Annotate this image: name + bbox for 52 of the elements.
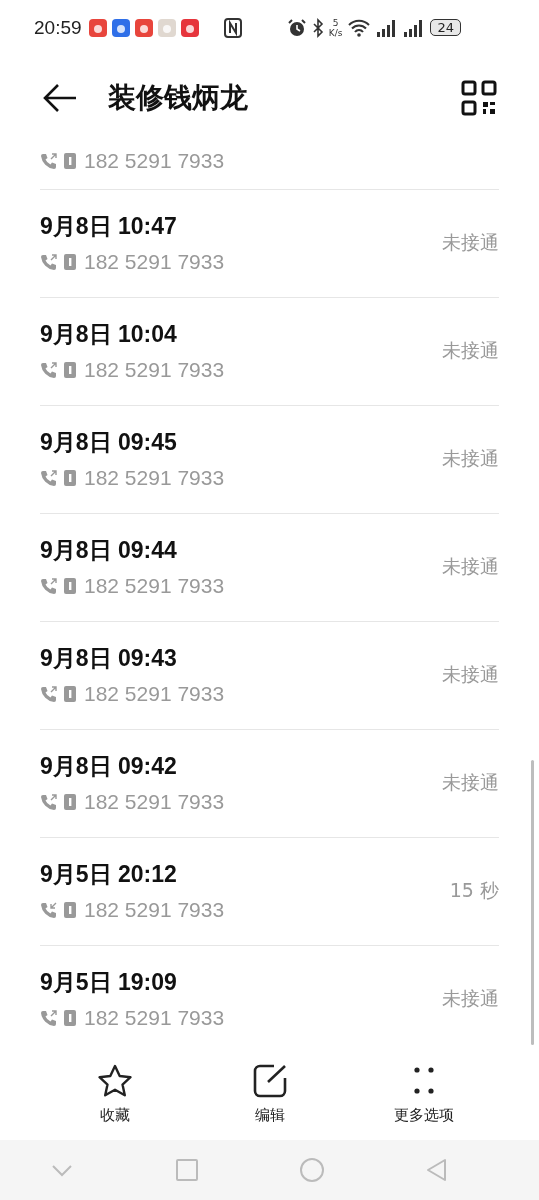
sim-card-icon xyxy=(63,576,77,595)
edit-icon xyxy=(251,1063,288,1098)
call-time: 9月8日 10:47 xyxy=(40,211,178,241)
network-speed-value: 5 xyxy=(332,17,339,28)
call-time: 9月8日 10:04 xyxy=(40,319,178,349)
call-time: 9月8日 09:44 xyxy=(40,535,178,565)
phone-number: 182 5291 7933 xyxy=(84,681,225,706)
network-speed-unit: K/s xyxy=(328,27,343,38)
call-time: 9月8日 09:45 xyxy=(40,427,178,457)
call-time: 9月5日 19:09 xyxy=(40,967,178,997)
action-button[interactable]: 编辑 xyxy=(194,1059,345,1129)
phone-number: 182 5291 7933 xyxy=(84,249,225,274)
call-status: 未接通 xyxy=(442,770,499,795)
call-status: 未接通 xyxy=(442,662,499,687)
call-time: 9月8日 09:43 xyxy=(40,643,178,673)
call-status: 未接通 xyxy=(442,554,499,579)
call-status: 未接通 xyxy=(442,446,499,471)
nfc-icon xyxy=(223,17,242,38)
call-time: 9月5日 20:12 xyxy=(40,859,178,889)
status-time: 20:59 xyxy=(34,16,82,39)
call-status: 未接通 xyxy=(442,338,499,363)
sim-card-icon xyxy=(63,684,77,703)
sim-card-icon xyxy=(63,252,77,271)
call-status: 未接通 xyxy=(442,230,499,255)
bluetooth-icon xyxy=(311,17,324,38)
phone-number: 182 5291 7933 xyxy=(84,357,225,382)
phone-number: 182 5291 7933 xyxy=(84,1005,225,1030)
phone-number: 182 5291 7933 xyxy=(84,897,225,922)
back-arrow-icon[interactable] xyxy=(42,82,78,113)
wifi-icon xyxy=(347,18,372,37)
call-status: 未接通 xyxy=(442,986,499,1011)
sim-card-icon xyxy=(63,792,77,811)
home-icon[interactable] xyxy=(298,1157,325,1183)
action-button[interactable]: 收藏 xyxy=(40,1059,190,1129)
phone-number: 182 5291 7933 xyxy=(84,573,225,598)
battery-level: 24 xyxy=(430,19,461,36)
call-time: 9月8日 09:42 xyxy=(40,751,178,781)
contact-name: 装修钱炳龙 xyxy=(108,79,248,116)
action-button[interactable]: 更多选项 xyxy=(349,1059,499,1129)
sim-card-icon xyxy=(63,900,77,919)
qr-code-icon[interactable] xyxy=(461,79,497,116)
sim-card-icon xyxy=(63,468,77,487)
sim-card-icon xyxy=(63,360,77,379)
phone-number: 182 5291 7933 xyxy=(84,465,225,490)
phone-number: 182 5291 7933 xyxy=(84,149,225,173)
alarm-clock-icon xyxy=(286,17,307,38)
phone-number: 182 5291 7933 xyxy=(84,789,225,814)
recent-apps-icon[interactable] xyxy=(174,1157,201,1183)
star-icon xyxy=(97,1063,133,1098)
call-status: 15 秒 xyxy=(449,878,499,903)
sim-card-icon xyxy=(63,1008,77,1027)
sim-card-icon xyxy=(63,152,77,170)
